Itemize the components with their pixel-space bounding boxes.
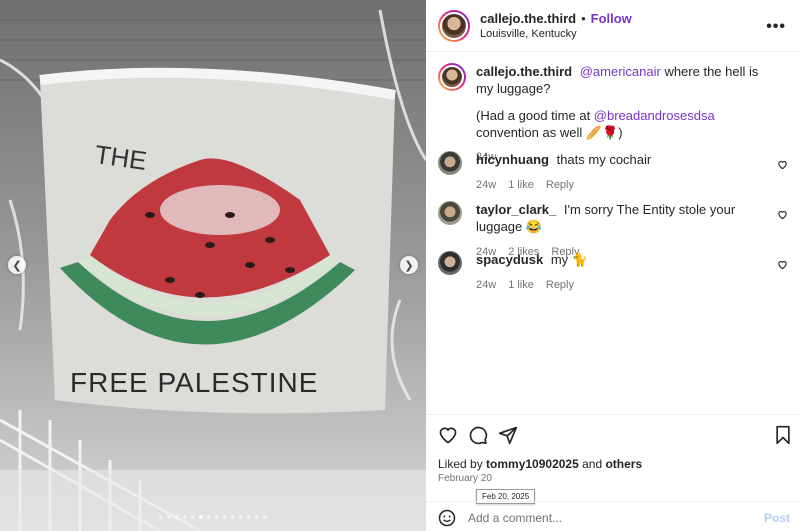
caption-username[interactable]: callejo.the.third <box>476 64 572 79</box>
carousel-dot <box>255 515 259 519</box>
carousel-dot <box>207 515 211 519</box>
separator-dot: • <box>581 11 586 26</box>
comment-text: thats my cochair <box>556 152 652 167</box>
follow-button[interactable]: Follow <box>591 11 632 26</box>
commenter-avatar[interactable] <box>438 251 462 275</box>
carousel-dot <box>175 515 179 519</box>
comment-item: spacydusk my 🐈 24w 1 like Reply <box>438 251 788 294</box>
like-comment-heart-icon[interactable] <box>777 259 788 270</box>
like-heart-icon[interactable] <box>438 425 458 445</box>
carousel-dot <box>223 515 227 519</box>
comment-likes[interactable]: 1 like <box>508 277 534 294</box>
post-location[interactable]: Louisville, Kentucky <box>480 28 632 40</box>
carousel-indicator <box>0 515 426 519</box>
liked-by-others[interactable]: others <box>605 457 642 471</box>
comments-list[interactable]: callejo.the.third @americanair where the… <box>426 53 800 413</box>
reply-button[interactable]: Reply <box>546 177 574 194</box>
caption-line2-mention[interactable]: @breadandrosesdsa <box>594 108 715 123</box>
comment-likes[interactable]: 1 like <box>508 177 534 194</box>
carousel-dot <box>183 515 187 519</box>
more-options-icon[interactable]: ••• <box>766 18 786 36</box>
post-actions: Liked by tommy10902025 and others Februa… <box>426 414 800 531</box>
carousel-dot <box>239 515 243 519</box>
add-comment-bar: Post <box>426 501 800 531</box>
comment-text: my 🐈 <box>550 252 588 267</box>
emoji-icon[interactable] <box>438 509 456 527</box>
comment-bubble-icon[interactable] <box>468 425 488 445</box>
comment-username[interactable]: hicynhuang <box>476 152 549 167</box>
save-bookmark-icon[interactable] <box>774 425 792 445</box>
carousel-dot <box>159 515 163 519</box>
commenter-avatar[interactable] <box>438 151 462 175</box>
carousel-dot <box>215 515 219 519</box>
commenter-avatar[interactable] <box>438 201 462 225</box>
share-send-icon[interactable] <box>498 425 518 445</box>
post-comment-button[interactable]: Post <box>764 511 790 525</box>
comment-input[interactable] <box>468 510 738 525</box>
comment-time[interactable]: 24w <box>476 177 496 194</box>
watermelon-banner-photo: THE FREE PALESTINE <box>0 0 426 531</box>
comment-time[interactable]: 24w <box>476 277 496 294</box>
post-details-panel: callejo.the.third • Follow Louisville, K… <box>426 0 800 531</box>
caption-line2-prefix: (Had a good time at <box>476 108 594 123</box>
liked-by-and: and <box>578 457 606 471</box>
post-image[interactable]: THE FREE PALESTINE ❮ ❯ <box>0 0 426 531</box>
carousel-dot <box>167 515 171 519</box>
comment-username[interactable]: taylor_clark_ <box>476 202 556 217</box>
liked-by: Liked by tommy10902025 and others <box>438 457 642 471</box>
carousel-dot <box>231 515 235 519</box>
carousel-dot <box>199 515 203 519</box>
caption-line2-suffix: convention as well 🥖🌹) <box>476 125 623 140</box>
caption-mention[interactable]: @americanair <box>580 64 661 79</box>
reply-button[interactable]: Reply <box>546 277 574 294</box>
liked-by-user[interactable]: tommy10902025 <box>486 457 579 471</box>
chevron-left-icon: ❮ <box>12 259 22 272</box>
banner-text-bottom: FREE PALESTINE <box>70 367 318 398</box>
carousel-dot <box>263 515 267 519</box>
previous-image-button[interactable]: ❮ <box>8 256 26 274</box>
liked-by-prefix: Liked by <box>438 457 487 471</box>
carousel-dot <box>247 515 251 519</box>
chevron-right-icon: ❯ <box>404 259 414 272</box>
author-avatar[interactable] <box>438 9 470 42</box>
post-date[interactable]: February 20 <box>438 473 492 484</box>
caption-avatar[interactable] <box>438 63 466 91</box>
like-comment-heart-icon[interactable] <box>777 159 788 170</box>
carousel-dot <box>191 515 195 519</box>
next-image-button[interactable]: ❯ <box>400 256 418 274</box>
comment-username[interactable]: spacydusk <box>476 252 543 267</box>
action-icons <box>438 425 790 451</box>
post-header: callejo.the.third • Follow Louisville, K… <box>426 0 800 52</box>
author-username[interactable]: callejo.the.third <box>480 11 576 26</box>
like-comment-heart-icon[interactable] <box>777 209 788 220</box>
comment-item: hicynhuang thats my cochair 24w 1 like R… <box>438 151 788 194</box>
